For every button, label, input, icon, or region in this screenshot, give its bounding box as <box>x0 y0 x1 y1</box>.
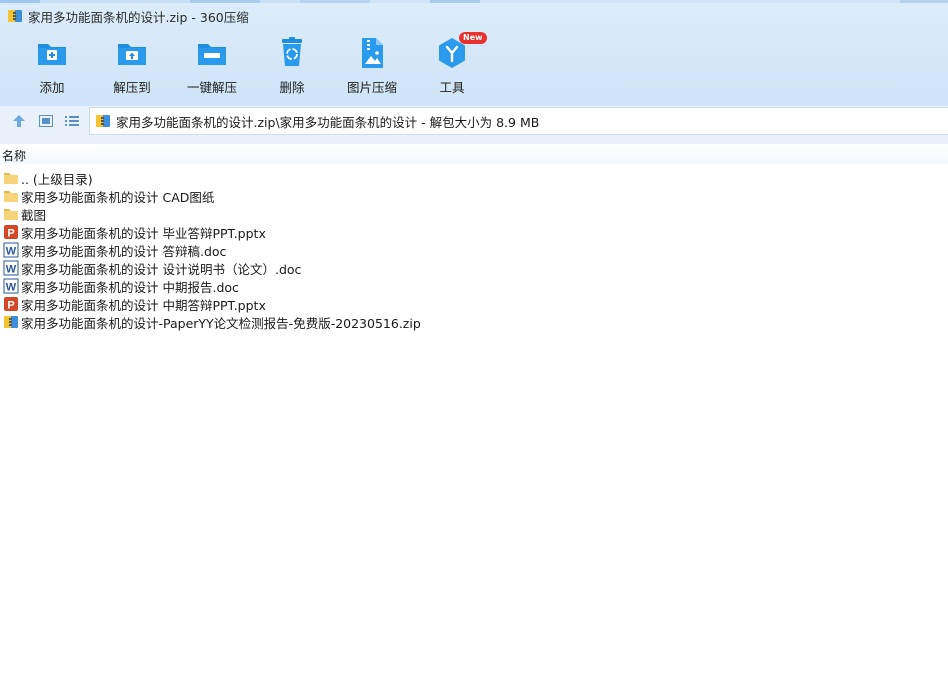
top-stripe <box>0 0 948 3</box>
file-row[interactable]: W 家用多功能面条机的设计 答辩稿.doc <box>0 241 948 259</box>
view-thumbnail-button[interactable] <box>37 113 55 129</box>
word-icon: W <box>3 278 19 294</box>
file-list: .. (上级目录) 家用多功能面条机的设计 CAD图纸 截图 P 家用多功能面条机的设计… <box>0 169 948 331</box>
powerpoint-icon: P <box>3 224 19 240</box>
list-view-icon <box>65 116 79 126</box>
file-name: 家用多功能面条机的设计 设计说明书（论文）.doc <box>21 261 302 277</box>
extract-folder-icon <box>118 44 146 65</box>
zip-icon <box>96 115 110 127</box>
one-click-extract-icon <box>198 44 226 65</box>
file-row[interactable]: P 家用多功能面条机的设计 毕业答辩PPT.pptx <box>0 223 948 241</box>
tools-label: 工具 <box>439 80 465 95</box>
image-compress-icon <box>362 38 383 68</box>
svg-text:W: W <box>6 264 17 276</box>
file-row[interactable]: W 家用多功能面条机的设计 设计说明书（论文）.doc <box>0 259 948 277</box>
navigation-bar: 家用多功能面条机的设计.zip\家用多功能面条机的设计 - 解包大小为 8.9 … <box>0 106 948 136</box>
file-name: 截图 <box>21 207 47 223</box>
tools-button[interactable]: New 工具 <box>416 32 488 98</box>
svg-text:W: W <box>6 246 17 258</box>
file-icon <box>3 188 19 204</box>
file-row[interactable]: 家用多功能面条机的设计 CAD图纸 <box>0 187 948 205</box>
folder-icon <box>3 170 19 186</box>
image-compress-button[interactable]: 图片压缩 <box>336 36 408 98</box>
file-row[interactable]: W 家用多功能面条机的设计 中期报告.doc <box>0 277 948 295</box>
arrow-up-icon <box>13 115 25 127</box>
extract-to-button[interactable]: 解压到 <box>96 36 168 98</box>
one-click-extract-label: 一键解压 <box>186 80 237 95</box>
file-name: 家用多功能面条机的设计-PaperYY论文检测报告-免费版-20230516.z… <box>21 315 421 331</box>
up-level-button[interactable] <box>10 113 28 129</box>
file-name: 家用多功能面条机的设计 中期报告.doc <box>21 279 239 295</box>
extract-to-label: 解压到 <box>113 80 151 95</box>
file-name: 家用多功能面条机的设计 毕业答辩PPT.pptx <box>21 225 266 241</box>
archive-app-icon <box>8 10 22 22</box>
thumbnail-view-icon <box>39 115 53 127</box>
top-panel: 家用多功能面条机的设计.zip - 360压缩 添加 解压到 一键解压 删除 图… <box>0 0 948 106</box>
svg-text:P: P <box>7 228 14 240</box>
file-row[interactable]: .. (上级目录) <box>0 169 948 187</box>
delete-label: 删除 <box>279 80 305 95</box>
add-button[interactable]: 添加 <box>16 36 88 98</box>
word-icon: W <box>3 242 19 258</box>
view-list-button[interactable] <box>63 113 81 129</box>
svg-text:P: P <box>7 300 14 312</box>
file-row[interactable]: 家用多功能面条机的设计-PaperYY论文检测报告-免费版-20230516.z… <box>0 313 948 331</box>
add-folder-icon <box>38 44 66 65</box>
header-strip <box>0 136 948 144</box>
add-label: 添加 <box>39 80 65 95</box>
svg-text:W: W <box>6 282 17 294</box>
column-name-header[interactable]: 名称 <box>0 147 26 164</box>
zip-icon <box>3 314 19 330</box>
file-name: 家用多功能面条机的设计 答辩稿.doc <box>21 243 227 259</box>
one-click-extract-button[interactable]: 一键解压 <box>176 36 248 98</box>
new-badge: New <box>459 32 487 44</box>
file-name: 家用多功能面条机的设计 中期答辩PPT.pptx <box>21 297 266 313</box>
powerpoint-icon: P <box>3 296 19 312</box>
file-row[interactable]: 截图 <box>0 205 948 223</box>
column-header: 名称 <box>0 146 948 164</box>
file-name: 家用多功能面条机的设计 CAD图纸 <box>21 189 215 205</box>
toolbar: 添加 解压到 一键解压 删除 图片压缩 New 工具 <box>0 32 948 98</box>
address-path: 家用多功能面条机的设计.zip\家用多功能面条机的设计 - 解包大小为 8.9 … <box>116 114 540 130</box>
file-row[interactable]: P 家用多功能面条机的设计 中期答辩PPT.pptx <box>0 295 948 313</box>
image-compress-label: 图片压缩 <box>346 80 397 95</box>
title-bar: 家用多功能面条机的设计.zip - 360压缩 <box>0 4 948 28</box>
word-icon: W <box>3 260 19 276</box>
app-window: 家用多功能面条机的设计.zip - 360压缩 添加 解压到 一键解压 删除 图… <box>0 0 948 674</box>
file-name: .. (上级目录) <box>21 171 93 187</box>
recycle-bin-icon <box>282 37 302 66</box>
delete-button[interactable]: 删除 <box>256 36 328 98</box>
address-bar[interactable]: 家用多功能面条机的设计.zip\家用多功能面条机的设计 - 解包大小为 8.9 … <box>89 107 948 135</box>
window-title: 家用多功能面条机的设计.zip - 360压缩 <box>28 9 249 25</box>
folder-icon <box>3 206 19 222</box>
